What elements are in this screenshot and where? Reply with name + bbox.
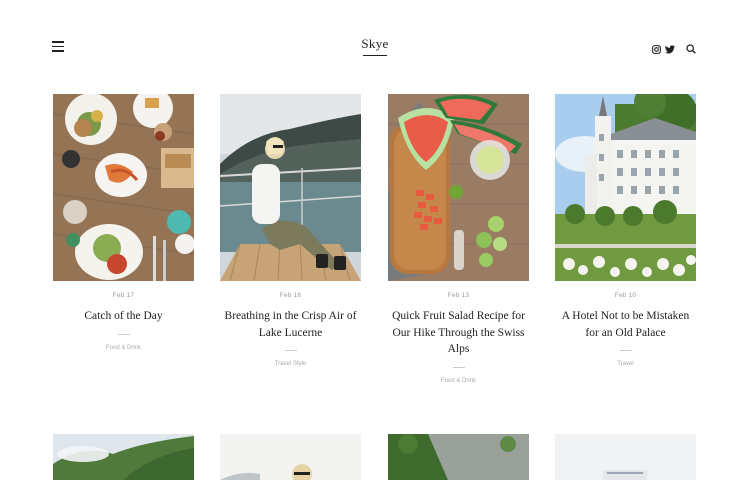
- post-card[interactable]: Feb 16 Breathing in the Crisp Air of Lak…: [220, 94, 361, 367]
- post-thumbnail[interactable]: [53, 94, 194, 281]
- site-logo[interactable]: Skye: [0, 36, 750, 56]
- post-date: Feb 17: [112, 292, 135, 299]
- post-thumbnail[interactable]: [555, 434, 696, 480]
- separator: [284, 350, 297, 351]
- post-thumbnail[interactable]: [555, 94, 696, 281]
- post-thumbnail[interactable]: [388, 434, 529, 480]
- logo-text[interactable]: Skye: [0, 36, 750, 52]
- separator: [619, 350, 632, 351]
- post-thumbnail[interactable]: [388, 94, 529, 281]
- site-header: Skye: [0, 0, 750, 80]
- post-thumbnail[interactable]: [220, 434, 361, 480]
- post-title[interactable]: A Hotel Not to be Mistaken for an Old Pa…: [555, 308, 696, 341]
- post-title[interactable]: Quick Fruit Salad Recipe for Our Hike Th…: [388, 308, 529, 358]
- post-card[interactable]: Feb 10 A Hotel Not to be Mistaken for an…: [555, 94, 696, 367]
- search-icon[interactable]: [686, 41, 696, 59]
- post-date: Feb 13: [447, 292, 470, 299]
- post-category[interactable]: Travel: [555, 361, 696, 367]
- separator: [452, 366, 465, 368]
- post-thumbnail[interactable]: [53, 434, 194, 480]
- post-date: Feb 10: [614, 292, 637, 299]
- post-date: Feb 16: [279, 292, 302, 299]
- post-thumbnail[interactable]: [220, 94, 361, 281]
- post-category[interactable]: Food & Drink: [53, 345, 194, 351]
- post-category[interactable]: Travel Style: [220, 361, 361, 367]
- post-category[interactable]: Food & Drink: [388, 378, 529, 384]
- twitter-icon[interactable]: [665, 41, 675, 59]
- post-title[interactable]: Breathing in the Crisp Air of Lake Lucer…: [220, 308, 361, 341]
- post-title[interactable]: Catch of the Day: [53, 308, 194, 325]
- instagram-icon[interactable]: [652, 41, 661, 59]
- post-card[interactable]: Feb 13 Quick Fruit Salad Recipe for Our …: [388, 94, 529, 384]
- logo-underline: [363, 55, 387, 56]
- post-card[interactable]: Feb 17 Catch of the Day Food & Drink: [53, 94, 194, 351]
- separator: [117, 333, 130, 335]
